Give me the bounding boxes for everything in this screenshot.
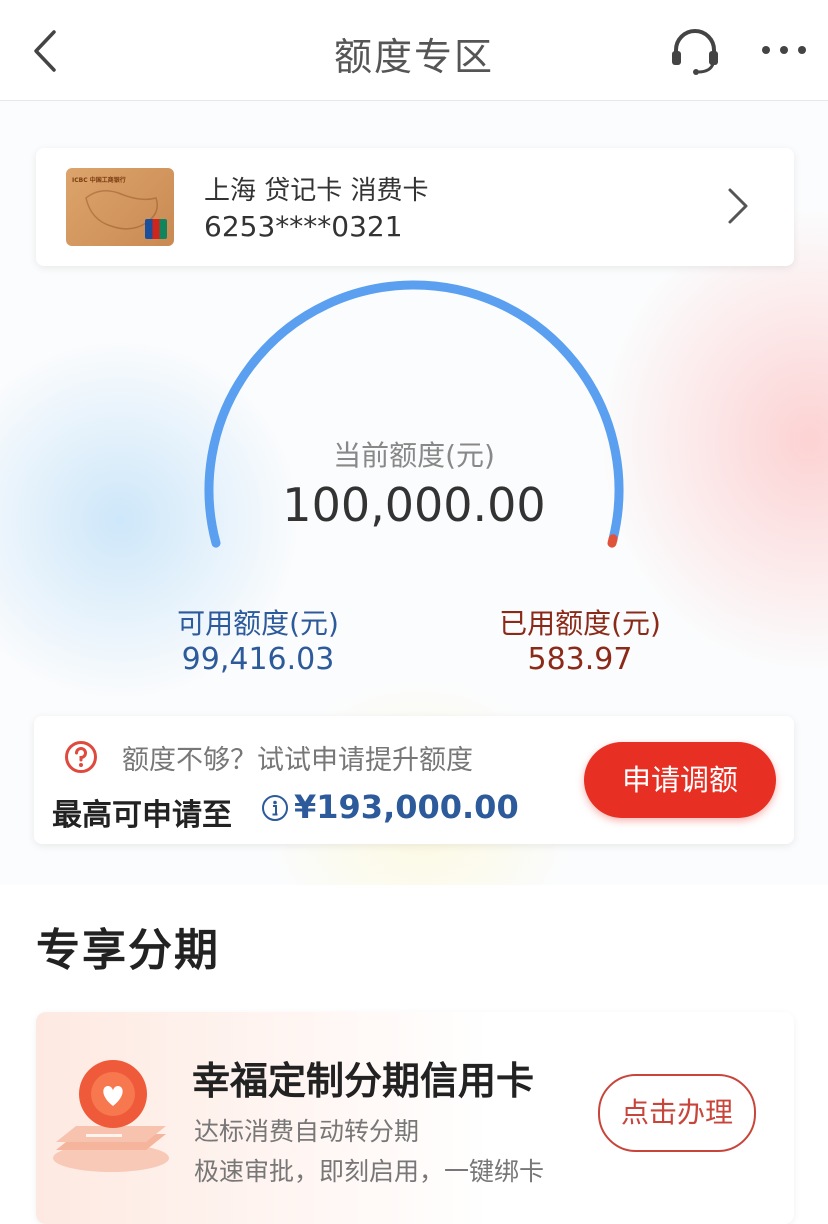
credit-card-thumbnail: ICBC 中国工商银行 <box>66 168 174 246</box>
available-limit-label: 可用额度(元) <box>177 607 339 640</box>
current-limit-label: 当前额度(元) <box>333 439 495 472</box>
used-limit-value: 583.97 <box>527 642 633 677</box>
heart-card-illustration-icon <box>46 1038 176 1188</box>
card-number: 6253****0321 <box>204 210 403 243</box>
card-name: 上海 贷记卡 消费卡 <box>204 176 429 206</box>
apply-adjust-limit-button[interactable]: 申请调额 <box>584 742 776 818</box>
apply-now-button[interactable]: 点击办理 <box>598 1074 756 1152</box>
installment-promo-card[interactable]: 幸福定制分期信用卡 达标消费自动转分期 极速审批，即刻启用，一键绑卡 点击办理 <box>36 1012 794 1224</box>
promo-title: 幸福定制分期信用卡 <box>192 1059 535 1103</box>
gauge-used-arc <box>607 534 618 548</box>
max-apply-amount: ¥193,000.00 <box>294 788 519 826</box>
promo-subtitle: 达标消费自动转分期 <box>194 1117 420 1146</box>
section-title: 专享分期 <box>36 925 220 976</box>
chevron-right-icon <box>726 186 750 226</box>
raise-limit-hint: 额度不够？试试申请提升额度 <box>122 745 473 776</box>
question-circle-icon <box>64 740 98 774</box>
available-limit-value: 99,416.03 <box>181 642 335 677</box>
promo-description: 极速审批，即刻启用，一键绑卡 <box>194 1157 545 1186</box>
max-apply-label: 最高可申请至 <box>52 798 232 833</box>
more-dots-icon[interactable] <box>758 30 810 70</box>
headset-icon[interactable] <box>668 26 722 76</box>
current-limit-value: 100,000.00 <box>282 478 546 532</box>
info-icon[interactable] <box>261 794 289 822</box>
navigation-bar: 额度专区 <box>0 0 828 101</box>
section-divider <box>0 885 828 893</box>
raise-limit-panel: 额度不够？试试申请提升额度 最高可申请至 ¥193,000.00 申请调额 <box>34 716 794 844</box>
used-limit-label: 已用额度(元) <box>499 607 661 640</box>
unionpay-logo-icon <box>145 219 167 239</box>
card-selector[interactable]: ICBC 中国工商银行 上海 贷记卡 消费卡 6253****0321 <box>36 148 794 266</box>
